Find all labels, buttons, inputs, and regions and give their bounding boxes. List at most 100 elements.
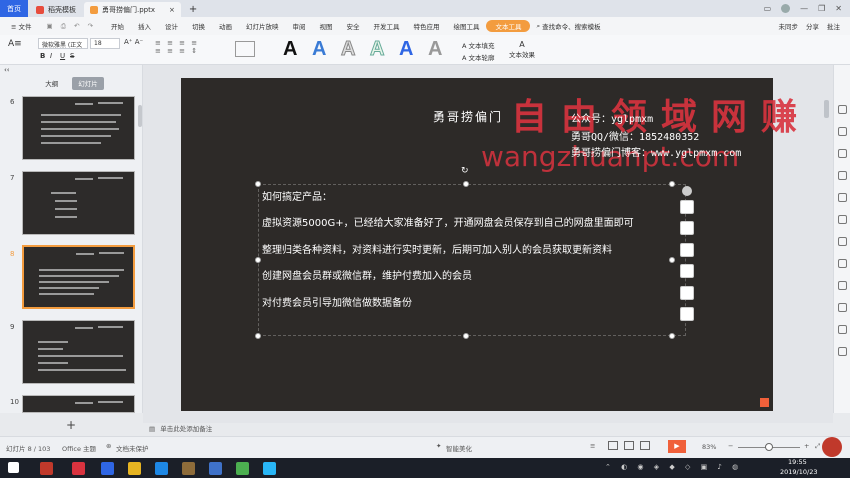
- sidebar-icon[interactable]: [838, 325, 847, 334]
- text-outline-button[interactable]: A 文本轮廓: [462, 52, 495, 62]
- menu-features[interactable]: 特色应用: [406, 21, 446, 31]
- close-tab-icon[interactable]: ×: [169, 6, 175, 14]
- resize-handle[interactable]: [255, 181, 261, 187]
- resize-handle[interactable]: [669, 181, 675, 187]
- sidebar-icon[interactable]: [838, 237, 847, 246]
- rotate-handle-icon[interactable]: ↻: [461, 166, 469, 176]
- tab-outline[interactable]: 大纲: [39, 77, 64, 90]
- text-fill-button[interactable]: A 文本填充: [462, 40, 495, 50]
- view-sorter-icon[interactable]: [624, 441, 634, 450]
- fit-window-icon[interactable]: ⤢: [815, 442, 820, 451]
- strike-button[interactable]: S: [70, 52, 74, 60]
- zoom-out-icon[interactable]: −: [728, 442, 733, 450]
- taskbar-app-icon[interactable]: [72, 462, 85, 475]
- panel-scrollbar[interactable]: [138, 105, 142, 127]
- zoom-in-icon[interactable]: +: [804, 442, 809, 450]
- play-button[interactable]: ▶: [668, 440, 686, 453]
- smart-beautify[interactable]: 智能美化: [446, 443, 472, 453]
- italic-button[interactable]: I: [50, 52, 52, 60]
- style-a-black[interactable]: A: [283, 38, 297, 61]
- notes-placeholder[interactable]: 单击此处添加备注: [160, 425, 212, 433]
- zoom-level[interactable]: 83%: [702, 443, 716, 451]
- sidebar-icon[interactable]: [838, 127, 847, 136]
- resize-handle[interactable]: [669, 257, 675, 263]
- tab-slides[interactable]: 幻灯片: [72, 77, 104, 90]
- sidebar-icon[interactable]: [838, 105, 847, 114]
- zoom-thumb[interactable]: [765, 443, 773, 451]
- font-name-select[interactable]: 微软雅黑 (正文: [38, 38, 88, 49]
- close-window-button[interactable]: ✕: [835, 4, 842, 13]
- restore-button[interactable]: ❐: [818, 4, 825, 13]
- menu-animation[interactable]: 动画: [212, 21, 239, 31]
- text-box-icon[interactable]: A≡: [8, 39, 22, 49]
- sidebar-icon[interactable]: [838, 303, 847, 312]
- sidebar-icon[interactable]: [838, 347, 847, 356]
- style-a-blue-solid[interactable]: A: [399, 38, 413, 61]
- text-box-selection[interactable]: [258, 184, 686, 336]
- tray-icons[interactable]: ⌃ ◐ ◉ ◈ ◆ ◇ ▣ ♪ ◍: [605, 463, 745, 473]
- comment-button[interactable]: 批注: [827, 21, 840, 31]
- font-size-select[interactable]: 18: [90, 38, 120, 49]
- menu-security[interactable]: 安全: [339, 21, 366, 31]
- sidebar-icon[interactable]: [838, 149, 847, 158]
- view-normal-icon[interactable]: [608, 441, 618, 450]
- resize-handle[interactable]: [463, 181, 469, 187]
- comment-toggle-icon[interactable]: ≡: [590, 442, 595, 450]
- avatar[interactable]: [781, 4, 791, 13]
- taskbar-app-icon[interactable]: [263, 462, 276, 475]
- taskbar-app-icon[interactable]: [101, 462, 114, 475]
- minimize-button[interactable]: —: [800, 4, 808, 13]
- sidebar-icon[interactable]: [838, 171, 847, 180]
- pen-icon[interactable]: [680, 243, 694, 257]
- collapse-float-icon[interactable]: [682, 186, 692, 196]
- style-a-outline-green[interactable]: A: [369, 38, 384, 61]
- taskbar-app-icon[interactable]: [209, 462, 222, 475]
- text-effect-button[interactable]: A 文本效果: [508, 40, 536, 59]
- cloud-sync[interactable]: 未同步: [779, 21, 799, 31]
- style-a-gray[interactable]: A: [428, 38, 442, 61]
- style-a-blue[interactable]: A: [312, 38, 326, 61]
- notes-area[interactable]: ▤ 单击此处添加备注: [143, 423, 850, 436]
- home-tab[interactable]: 首页: [0, 0, 28, 17]
- menu-insert[interactable]: 插入: [131, 21, 158, 31]
- menu-transition[interactable]: 切换: [185, 21, 212, 31]
- sidebar-icon[interactable]: [838, 193, 847, 202]
- style-a-outline-gray[interactable]: A: [340, 38, 355, 61]
- grow-font-icon[interactable]: A⁺ A⁻: [124, 38, 143, 46]
- fill-icon[interactable]: [680, 264, 694, 278]
- sidebar-icon[interactable]: [838, 259, 847, 268]
- add-slide-button[interactable]: +: [66, 418, 76, 432]
- slide-thumbnail-8[interactable]: [22, 245, 135, 309]
- taskbar-app-icon[interactable]: [236, 462, 249, 475]
- slide-thumbnail-10[interactable]: [22, 395, 135, 413]
- vertical-scrollbar[interactable]: [824, 100, 829, 118]
- sidebar-icon[interactable]: [838, 281, 847, 290]
- share-button[interactable]: 分享: [806, 21, 819, 31]
- doc-protect[interactable]: 文档未保护: [116, 443, 149, 453]
- sidebar-icon[interactable]: [838, 215, 847, 224]
- menu-review[interactable]: 审阅: [285, 21, 312, 31]
- tab-templates[interactable]: 稻壳模板: [30, 2, 82, 17]
- collapse-panel-icon[interactable]: ‹‹: [4, 66, 10, 74]
- resize-handle[interactable]: [463, 333, 469, 339]
- taskbar-app-icon[interactable]: [182, 462, 195, 475]
- view-reading-icon[interactable]: [640, 441, 650, 450]
- resize-handle[interactable]: [255, 333, 261, 339]
- slide-thumbnail-9[interactable]: [22, 320, 135, 384]
- resize-handle[interactable]: [255, 257, 261, 263]
- menu-view[interactable]: 视图: [312, 21, 339, 31]
- search-icon[interactable]: ⌕: [536, 22, 540, 31]
- border-icon[interactable]: [680, 286, 694, 300]
- slide-corner-icon[interactable]: [760, 398, 769, 407]
- menu-file[interactable]: ≡ 文件: [4, 21, 39, 31]
- taskbar-app-icon[interactable]: [40, 462, 53, 475]
- menu-developer[interactable]: 开发工具: [366, 21, 406, 31]
- taskbar-app-icon[interactable]: [155, 462, 168, 475]
- menu-slideshow[interactable]: 幻灯片放映: [239, 21, 286, 31]
- text-icon[interactable]: [680, 307, 694, 321]
- resize-handle[interactable]: [669, 333, 675, 339]
- quick-access-icons[interactable]: ▣ ⎙ ↶ ↷: [47, 22, 96, 31]
- menu-text-tools[interactable]: 文本工具: [486, 20, 531, 32]
- bold-button[interactable]: B: [40, 52, 45, 60]
- underline-button[interactable]: U: [60, 52, 65, 60]
